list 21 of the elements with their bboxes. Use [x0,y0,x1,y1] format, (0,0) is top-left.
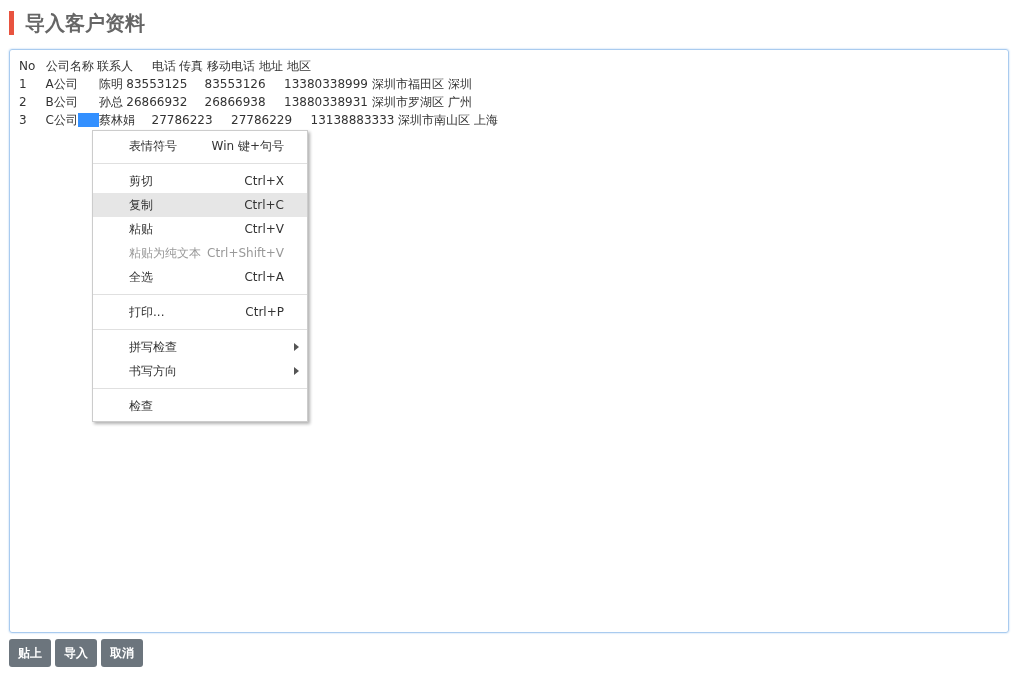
menu-item[interactable]: 打印... Ctrl+P [93,300,307,324]
action-button[interactable]: 取消 [101,639,143,667]
action-button[interactable]: 导入 [55,639,97,667]
text-line: 3 C公司 [19,113,78,127]
menu-item[interactable]: 剪切 Ctrl+X [93,169,307,193]
menu-item[interactable]: 检查 [93,394,307,418]
text-line: 2 B公司 孙总 26866932 26866938 13880338931 深圳市罗湖区 广州 [19,94,473,111]
menu-item[interactable]: 粘贴 Ctrl+V [93,217,307,241]
page-title: 导入客户资料 [25,9,145,37]
menu-item[interactable]: 全选 Ctrl+A [93,265,307,289]
menu-item[interactable]: 复制 Ctrl+C [93,193,307,217]
action-button[interactable]: 贴上 [9,639,51,667]
text-line: No 公司名称 联系人 电话 传真 移动电话 地址 地区 [19,58,312,75]
menu-item[interactable]: 拼写检查 [93,335,307,359]
text-line: 蔡林娟 27786223 27786229 13138883333 深圳市南山区 上海 [98,113,499,127]
menu-item[interactable]: 书写方向 [93,359,307,383]
menu-item[interactable]: 表情符号 Win 键+句号 [93,134,307,158]
submenu-arrow-icon [294,367,299,375]
title-accent-bar [9,11,14,35]
text-line: 1 A公司 陈明 83553125 83553126 13380338999 深圳市福田区 深圳 [19,76,473,93]
submenu-arrow-icon [294,343,299,351]
